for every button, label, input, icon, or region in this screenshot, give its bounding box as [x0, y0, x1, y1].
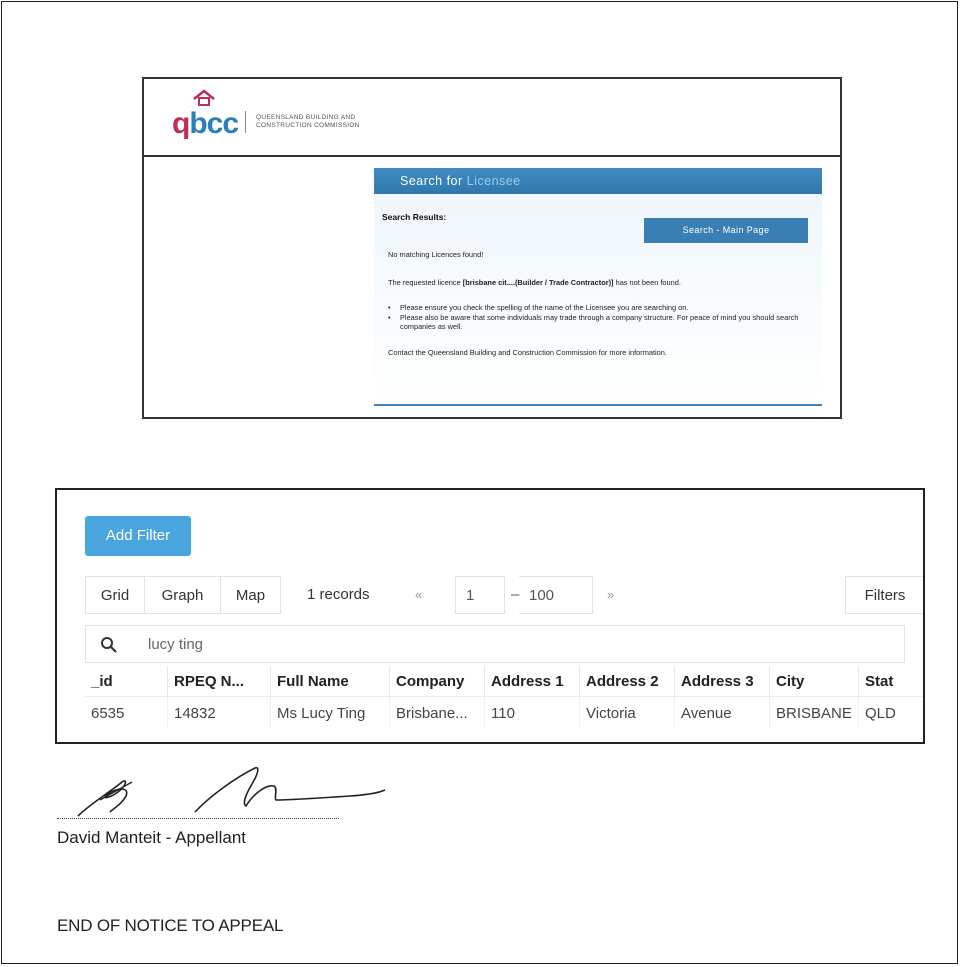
panel-title-highlight: Licensee	[466, 174, 521, 188]
table-cell: 6535	[85, 696, 168, 729]
tab-graph[interactable]: Graph	[145, 576, 221, 614]
results-table: _id RPEQ N... Full Name Company Address …	[85, 666, 924, 729]
column-header[interactable]: Address 2	[579, 666, 675, 697]
column-header[interactable]: Full Name	[270, 666, 390, 697]
qbcc-logo-text: qbcc	[172, 107, 239, 140]
requested-licence-term: [brisbane cit....(Builder / Trade Contra…	[462, 278, 614, 287]
search-icon	[101, 637, 117, 653]
table-cell: Ms Lucy Ting	[270, 696, 390, 729]
search-for-licensee-panel: Search for Licensee Search Results: Sear…	[374, 168, 822, 406]
column-header[interactable]: _id	[85, 666, 168, 697]
qbcc-header: qbcc QUEENSLAND BUILDING AND CONSTRUCTIO…	[144, 79, 840, 157]
table-cell: BRISBANE	[769, 696, 859, 729]
table-cell: 110	[484, 696, 580, 729]
column-header[interactable]: Stat	[859, 666, 924, 697]
record-count: 1 records	[307, 586, 370, 603]
list-item: Please also be aware that some individua…	[388, 313, 818, 332]
column-header[interactable]: Company	[389, 666, 485, 697]
qbcc-search-screenshot: qbcc QUEENSLAND BUILDING AND CONSTRUCTIO…	[142, 77, 842, 419]
panel-title-main: Search for	[400, 174, 463, 188]
table-header-row: _id RPEQ N... Full Name Company Address …	[85, 666, 924, 697]
prev-page-button[interactable]: «	[415, 576, 422, 614]
qbcc-tagline: QUEENSLAND BUILDING AND CONSTRUCTION COM…	[256, 114, 360, 129]
requested-suffix: has not been found.	[615, 278, 681, 287]
contact-message: Contact the Queensland Building and Cons…	[388, 348, 667, 357]
column-header[interactable]: City	[769, 666, 859, 697]
advice-list: Please ensure you check the spelling of …	[388, 303, 818, 332]
handwritten-signature	[77, 766, 386, 817]
grid-toolbar: Grid Graph Map 1 records « 1 – 100 » Fil…	[85, 576, 923, 614]
grid-search-box[interactable]: lucy ting	[85, 625, 905, 663]
tab-map[interactable]: Map	[221, 576, 281, 614]
filters-button[interactable]: Filters	[845, 576, 923, 614]
search-input[interactable]: lucy ting	[148, 626, 203, 664]
data-grid-screenshot: Add Filter Grid Graph Map 1 records « 1 …	[55, 488, 925, 744]
table-cell: Victoria	[579, 696, 675, 729]
table-cell: QLD	[858, 696, 923, 729]
no-match-message: No matching Licences found!	[388, 250, 484, 259]
requested-licence-message: The requested licence [brisbane cit....(…	[388, 278, 818, 288]
logo-divider	[245, 111, 246, 133]
table-cell: Avenue	[674, 696, 770, 729]
requested-prefix: The requested licence	[388, 278, 461, 287]
signature-line	[57, 818, 339, 819]
page-from-input[interactable]: 1	[455, 576, 505, 614]
table-cell: 14832	[167, 696, 271, 729]
column-header[interactable]: RPEQ N...	[167, 666, 271, 697]
table-row[interactable]: 6535 14832 Ms Lucy Ting Brisbane... 110 …	[85, 696, 923, 729]
page-to-input[interactable]: 100	[519, 576, 593, 614]
column-header[interactable]: Address 1	[484, 666, 580, 697]
search-results-label: Search Results:	[382, 212, 447, 222]
end-of-notice-text: END OF NOTICE TO APPEAL	[57, 916, 284, 935]
next-page-button[interactable]: »	[607, 576, 614, 614]
list-item: Please ensure you check the spelling of …	[388, 303, 818, 313]
tab-grid[interactable]: Grid	[85, 576, 145, 614]
house-logo-icon	[193, 89, 215, 106]
search-main-page-button[interactable]: Search - Main Page	[644, 218, 808, 243]
qbcc-logo: qbcc	[172, 89, 252, 147]
column-header[interactable]: Address 3	[674, 666, 770, 697]
table-cell: Brisbane...	[389, 696, 485, 729]
signer-name: David Manteit - Appellant	[57, 828, 246, 847]
panel-title: Search for Licensee	[374, 168, 822, 194]
add-filter-button[interactable]: Add Filter	[85, 516, 191, 556]
